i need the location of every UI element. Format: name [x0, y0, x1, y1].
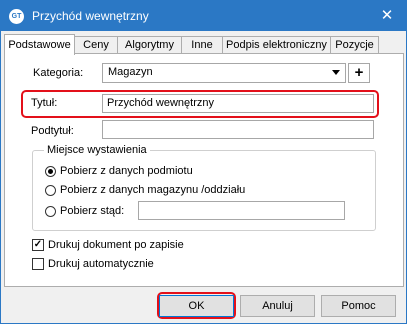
podtytul-input[interactable]	[102, 120, 374, 139]
tab-inne[interactable]: Inne	[181, 36, 223, 54]
tab-algorytmy[interactable]: Algorytmy	[117, 36, 182, 54]
help-button[interactable]: Pomoc	[321, 295, 396, 317]
kategoria-label: Kategoria:	[33, 67, 84, 79]
radio-dane-podmiotu-label[interactable]: Pobierz z danych podmiotu	[60, 165, 193, 177]
checkbox-drukuj-po-zapisie[interactable]: ✓	[32, 239, 44, 251]
radio-dane-magazynu-label[interactable]: Pobierz z danych magazynu /oddziału	[60, 184, 245, 196]
chevron-down-icon	[332, 70, 340, 75]
tab-podpis-elektroniczny[interactable]: Podpis elektroniczny	[222, 36, 331, 54]
ok-button[interactable]: OK	[159, 295, 234, 317]
radio-pobierz-stad-label[interactable]: Pobierz stąd:	[60, 205, 124, 217]
radio-dane-magazynu[interactable]	[45, 185, 56, 196]
podtytul-label: Podtytuł:	[31, 125, 74, 137]
add-kategoria-button[interactable]: +	[348, 63, 370, 83]
checkbox-drukuj-automatycznie-label[interactable]: Drukuj automatycznie	[48, 258, 154, 270]
tytul-label: Tytuł:	[31, 97, 58, 109]
radio-dane-podmiotu[interactable]	[45, 166, 56, 177]
checkbox-drukuj-automatycznie[interactable]	[32, 258, 44, 270]
kategoria-select[interactable]: Magazyn	[102, 63, 346, 83]
checkbox-drukuj-po-zapisie-label[interactable]: Drukuj dokument po zapisie	[48, 239, 184, 251]
tab-podstawowe[interactable]: Podstawowe	[4, 34, 75, 55]
dialog-window: GT Przychód wewnętrzny ✕ Podstawowe Ceny…	[0, 0, 407, 324]
pobierz-stad-input[interactable]	[138, 201, 345, 220]
miejsce-wystawienia-title: Miejsce wystawienia	[44, 144, 150, 156]
tab-pozycje[interactable]: Pozycje	[330, 36, 379, 54]
window-title: Przychód wewnętrzny	[32, 9, 149, 23]
title-bar[interactable]: GT Przychód wewnętrzny ✕	[1, 1, 406, 31]
cancel-button[interactable]: Anuluj	[240, 295, 315, 317]
tab-ceny[interactable]: Ceny	[74, 36, 118, 54]
close-button[interactable]: ✕	[368, 1, 406, 31]
tytul-input[interactable]: Przychód wewnętrzny	[102, 94, 374, 113]
kategoria-value: Magazyn	[108, 66, 153, 78]
radio-pobierz-stad[interactable]	[45, 206, 56, 217]
app-icon: GT	[9, 9, 24, 24]
